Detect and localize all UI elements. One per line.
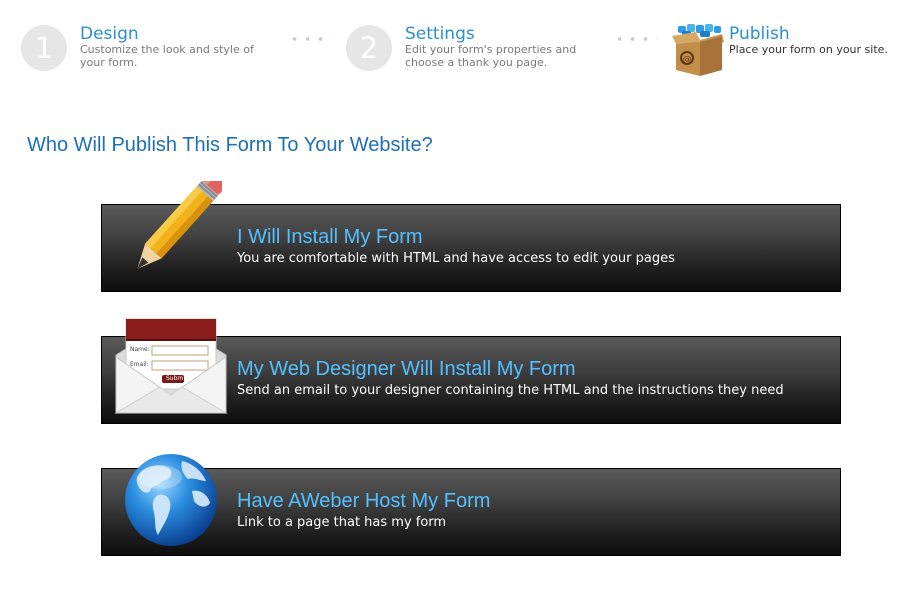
page-title: Who Will Publish This Form To Your Websi…: [27, 134, 433, 156]
step-title: Settings: [405, 24, 475, 44]
envelope-form-icon: Name: Email: Subm: [114, 315, 228, 415]
package-box-icon: @: [672, 24, 724, 76]
option-title: My Web Designer Will Install My Form: [237, 358, 576, 380]
option-description: Send an email to your designer containin…: [237, 383, 784, 398]
envelope-submit-label: Subm: [166, 375, 184, 382]
step-title: Publish: [729, 24, 790, 44]
envelope-email-label: Email:: [130, 361, 149, 368]
step-design[interactable]: 1 Design Customize the look and style of…: [21, 22, 271, 74]
option-description: You are comfortable with HTML and have a…: [237, 251, 675, 266]
option-description: Link to a page that has my form: [237, 515, 447, 530]
svg-text:@: @: [683, 55, 692, 65]
step-settings[interactable]: 2 Settings Edit your form's properties a…: [346, 22, 596, 74]
step-description: Customize the look and style of your for…: [80, 43, 254, 69]
globe-icon: [125, 454, 217, 546]
step-number-badge: 2: [346, 25, 392, 71]
step-number-badge: 1: [21, 25, 67, 71]
step-description: Edit your form's properties and choose a…: [405, 43, 577, 69]
option-title: I Will Install My Form: [237, 226, 423, 248]
step-separator: [613, 36, 657, 42]
step-title: Design: [80, 24, 139, 44]
option-title: Have AWeber Host My Form: [237, 490, 491, 512]
envelope-name-label: Name:: [130, 346, 150, 353]
pencil-icon: [137, 181, 222, 269]
step-separator: [288, 36, 332, 42]
step-description: Place your form on your site.: [729, 43, 888, 56]
step-publish[interactable]: @ Publish Place your form on your site.: [670, 22, 900, 76]
